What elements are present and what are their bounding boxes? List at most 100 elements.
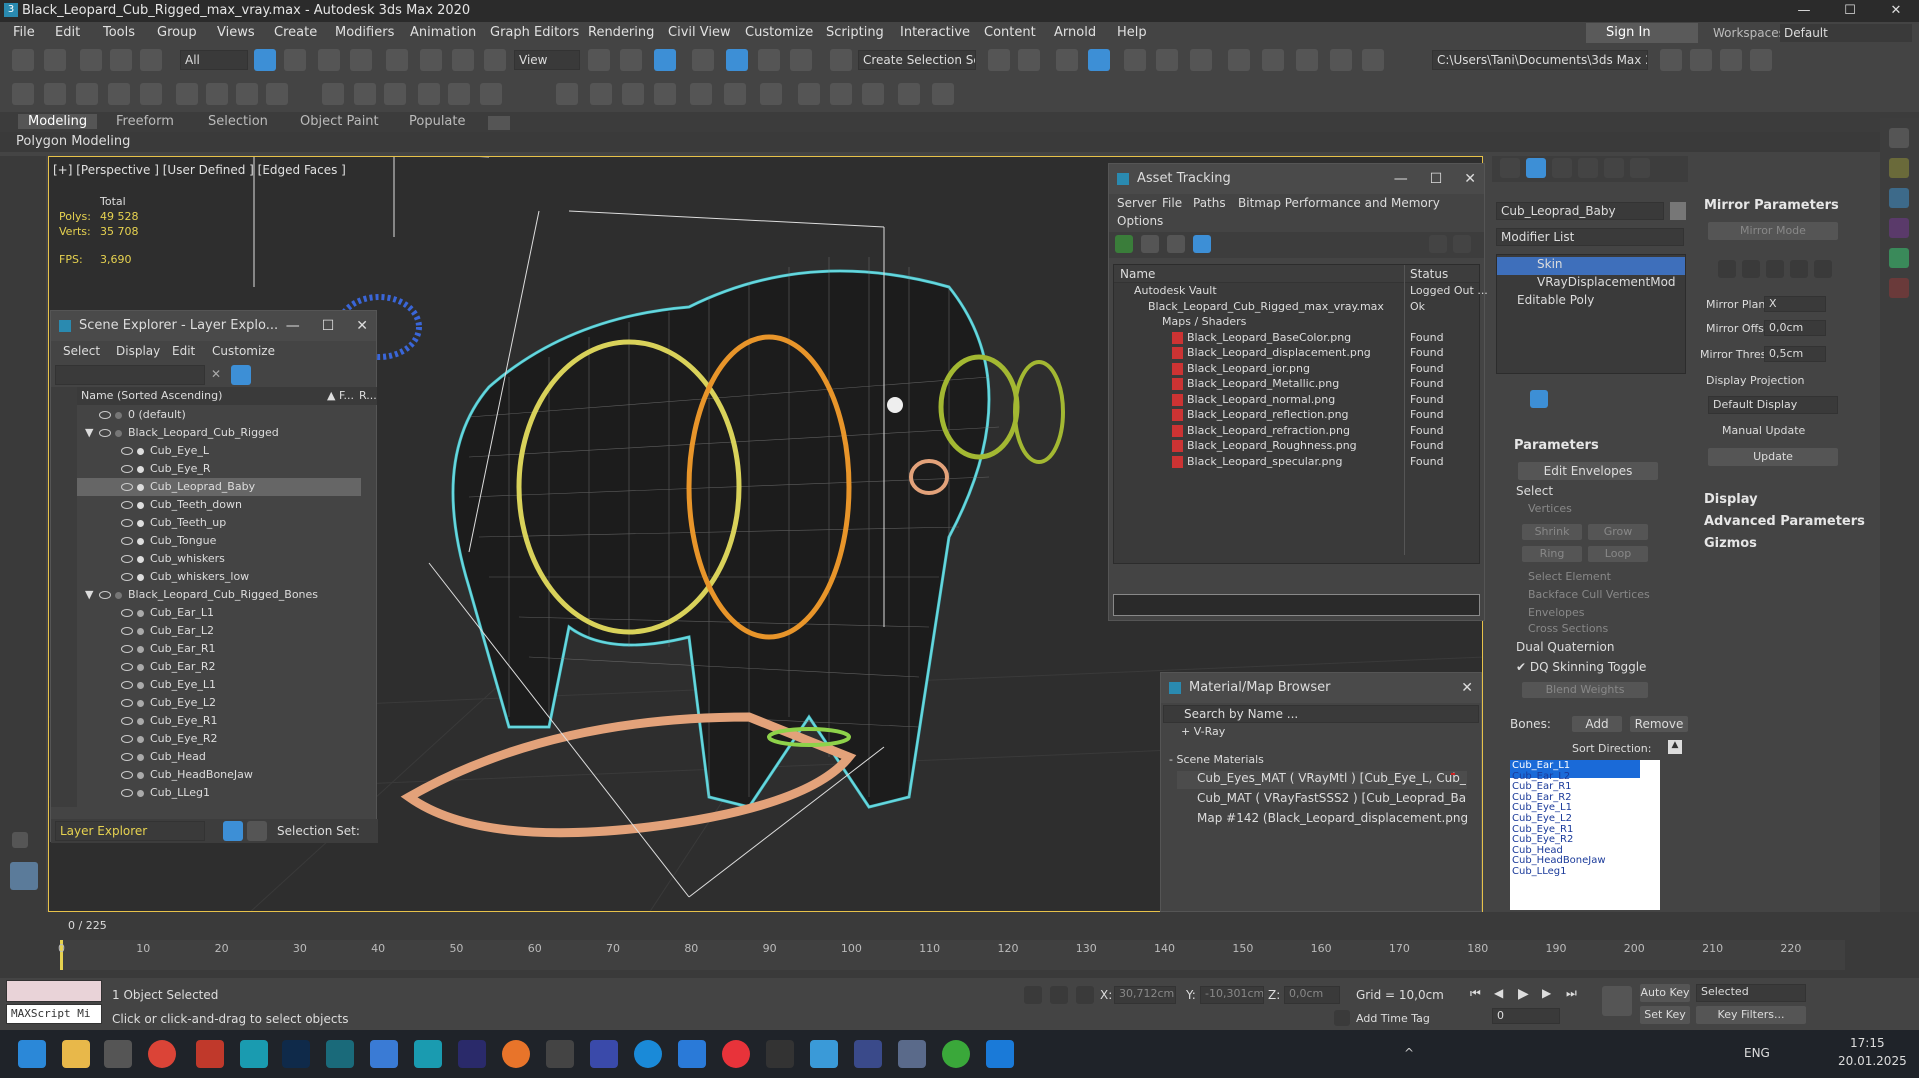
column-render[interactable]: R... xyxy=(359,389,377,402)
at-menu-paths[interactable]: Paths xyxy=(1193,196,1226,210)
3dsmax-icon-2[interactable] xyxy=(326,1040,354,1068)
move-icon[interactable] xyxy=(386,49,408,71)
add-bone-button[interactable]: Add xyxy=(1572,716,1622,732)
asset-help-icon[interactable] xyxy=(1429,235,1447,253)
detail-view-icon[interactable] xyxy=(1167,235,1185,253)
tree-item[interactable]: Cub_Eye_R xyxy=(77,460,361,478)
orbit-icon[interactable] xyxy=(1874,1006,1892,1024)
expand-arrow-icon[interactable]: ▼ xyxy=(85,586,99,604)
visibility-eye-icon[interactable] xyxy=(121,609,133,617)
visibility-eye-icon[interactable] xyxy=(121,753,133,761)
remove-bone-button[interactable]: Remove xyxy=(1630,716,1688,732)
3dsmax-icon-1[interactable] xyxy=(240,1040,268,1068)
material-browser-close[interactable]: ✕ xyxy=(1461,673,1473,703)
project-set-icon[interactable] xyxy=(1750,49,1772,71)
vray-scene-converter-icon[interactable] xyxy=(654,83,676,105)
tree-item[interactable]: Cub_whiskers xyxy=(77,550,361,568)
loop-button[interactable]: Loop xyxy=(1588,546,1648,562)
mirror-offset-field[interactable]: 0,0cm xyxy=(1764,320,1826,336)
language-indicator[interactable]: ENG xyxy=(1744,1046,1770,1060)
utorrent-icon[interactable] xyxy=(942,1040,970,1068)
mirror-thresh-field[interactable]: 0,5cm xyxy=(1764,346,1826,362)
snaps-toggle-icon[interactable] xyxy=(692,49,714,71)
visibility-eye-icon[interactable] xyxy=(121,627,133,635)
se-menu-customize[interactable]: Customize xyxy=(212,344,275,358)
task-view-icon[interactable] xyxy=(104,1040,132,1068)
vray-grid-icon[interactable] xyxy=(140,83,162,105)
menu-content[interactable]: Content xyxy=(984,25,1036,40)
project-folder-icon[interactable] xyxy=(1660,49,1682,71)
vray-sphere-fade-icon[interactable] xyxy=(480,83,502,105)
tree-item[interactable]: Cub_Teeth_up xyxy=(77,514,361,532)
new-layer-icon[interactable] xyxy=(277,365,295,385)
menu-arnold[interactable]: Arnold xyxy=(1054,25,1096,40)
isolate-selection-icon[interactable] xyxy=(1024,986,1042,1004)
redo-icon[interactable] xyxy=(44,49,66,71)
rendered-frame-window-icon[interactable] xyxy=(1296,49,1318,71)
set-key-icon[interactable] xyxy=(1602,986,1632,1016)
visibility-eye-icon[interactable] xyxy=(99,591,111,599)
next-frame-icon[interactable]: ▶ xyxy=(1542,986,1551,1000)
vray-lights-icon[interactable] xyxy=(44,83,66,105)
dq-skinning-toggle[interactable]: ✔ DQ Skinning Toggle xyxy=(1516,660,1646,674)
hierarchy-tab-icon[interactable] xyxy=(1552,158,1572,178)
tab-freeform[interactable]: Freeform xyxy=(116,114,174,129)
edge-icon[interactable] xyxy=(634,1040,662,1068)
unlink-icon[interactable] xyxy=(110,49,132,71)
display-rollout[interactable]: Display xyxy=(1704,492,1758,507)
tree-item[interactable]: Cub_Ear_L1 xyxy=(77,604,361,622)
gizmos-rollout[interactable]: Gizmos xyxy=(1704,536,1757,551)
viewport-layout-icon[interactable] xyxy=(10,862,38,890)
material-editor-icon[interactable] xyxy=(1228,49,1250,71)
menu-group[interactable]: Group xyxy=(157,25,197,40)
auto-key-button[interactable]: Auto Key xyxy=(1640,984,1690,1002)
table-view-icon[interactable] xyxy=(1193,235,1211,253)
prev-frame-icon[interactable]: ◀ xyxy=(1494,986,1503,1000)
pan-icon[interactable] xyxy=(1848,1006,1866,1024)
asset-tracking-header[interactable]: Asset Tracking — ☐ ✕ xyxy=(1109,164,1484,194)
pivot-icon[interactable] xyxy=(588,49,610,71)
mirror-mode-button[interactable]: Mirror Mode xyxy=(1708,222,1838,240)
bone-list-item[interactable]: Cub_LLeg1 xyxy=(1510,866,1640,884)
maxscript-listener-field[interactable] xyxy=(6,980,102,1002)
visibility-eye-icon[interactable] xyxy=(121,717,133,725)
project-path-dropdown[interactable]: C:\Users\Tani\Documents\3ds Max 2020 xyxy=(1432,50,1648,70)
add-time-tag[interactable]: Add Time Tag xyxy=(1356,1012,1430,1025)
file-explorer-icon[interactable] xyxy=(62,1040,90,1068)
z-coord-field[interactable]: 0,0cm xyxy=(1284,986,1340,1004)
vray-category[interactable]: + V-Ray xyxy=(1181,725,1225,738)
vray-settings-2-icon[interactable] xyxy=(898,83,920,105)
blend-weights-button[interactable]: Blend Weights xyxy=(1522,682,1648,698)
y-coord-field[interactable]: -10,301cm xyxy=(1200,986,1264,1004)
select-element-checkbox[interactable]: Select Element xyxy=(1528,570,1611,583)
tree-item[interactable]: Cub_whiskers_low xyxy=(77,568,361,586)
select-manipulate-icon[interactable] xyxy=(620,49,642,71)
curve-editor-icon[interactable] xyxy=(1156,49,1178,71)
vray-physical-camera-icon[interactable] xyxy=(556,83,578,105)
object-name-field[interactable]: Cub_Leoprad_Baby xyxy=(1496,202,1664,220)
app-camera-icon[interactable] xyxy=(986,1040,1014,1068)
modifier-skin[interactable]: Skin xyxy=(1497,257,1685,275)
mirror-paste-icon[interactable] xyxy=(1718,260,1736,278)
render-setup-icon[interactable] xyxy=(1262,49,1284,71)
tree-item[interactable]: Cub_Head xyxy=(77,748,361,766)
window-crossing-icon[interactable] xyxy=(350,49,372,71)
clear-search-icon[interactable]: ✕ xyxy=(211,367,221,381)
mirror-plane-dropdown[interactable]: X xyxy=(1764,296,1826,312)
key-filters-button[interactable]: Key Filters... xyxy=(1696,1006,1806,1024)
at-menu-server[interactable]: Server xyxy=(1117,196,1156,210)
at-menu-options[interactable]: Options xyxy=(1117,214,1163,228)
mirror-icon[interactable] xyxy=(988,49,1010,71)
tree-item[interactable]: Cub_Ear_L2 xyxy=(77,622,361,640)
pin-stack-icon[interactable] xyxy=(1500,390,1518,408)
menu-civil-view[interactable]: Civil View xyxy=(668,25,731,40)
visibility-eye-icon[interactable] xyxy=(99,411,111,419)
shrink-button[interactable]: Shrink xyxy=(1522,524,1582,540)
grow-button[interactable]: Grow xyxy=(1588,524,1648,540)
asset-path-field[interactable] xyxy=(1113,594,1480,616)
cross-sections-checkbox[interactable]: Cross Sections xyxy=(1528,622,1608,635)
absolute-mode-icon[interactable] xyxy=(1076,986,1094,1004)
menu-rendering[interactable]: Rendering xyxy=(588,25,654,40)
clock-date[interactable]: 20.01.2025 xyxy=(1838,1054,1907,1068)
visibility-eye-icon[interactable] xyxy=(121,663,133,671)
